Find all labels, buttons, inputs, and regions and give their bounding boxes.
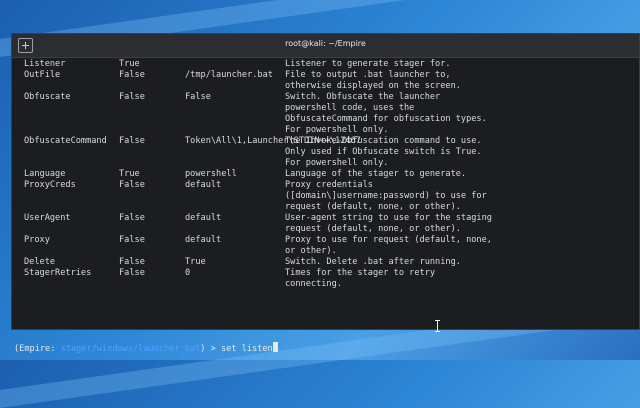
option-required: False xyxy=(119,235,145,245)
option-description: Listener to generate stager for. xyxy=(285,59,451,69)
option-required: False xyxy=(119,136,145,146)
option-required: False xyxy=(119,92,145,102)
option-name: StagerRetries xyxy=(24,268,92,278)
option-value: True xyxy=(185,257,206,267)
option-description: File to output .bat launcher to, xyxy=(285,70,451,80)
option-value: False xyxy=(185,92,211,102)
option-description: or other). xyxy=(285,246,337,256)
option-description: ObfuscateCommand for obfuscation types. xyxy=(285,114,487,124)
option-description: Only used if Obfuscate switch is True. xyxy=(285,147,482,157)
option-description: The Invoke-Obfuscation command to use. xyxy=(285,136,482,146)
option-description: request (default, none, or other). xyxy=(285,224,461,234)
window-title: root@kali: ~/Empire xyxy=(285,39,366,48)
option-description: otherwise displayed on the screen. xyxy=(285,81,461,91)
option-description: powershell code, uses the xyxy=(285,103,415,113)
option-description: Switch. Obfuscate the launcher xyxy=(285,92,441,102)
option-name: OutFile xyxy=(24,70,61,80)
option-description: Language of the stager to generate. xyxy=(285,169,467,179)
option-description: ([domain\]username:password) to use for xyxy=(285,191,487,201)
terminal-output[interactable]: (Empire: stager/windows/launcher_bat) > … xyxy=(12,58,639,354)
option-name: Delete xyxy=(24,257,56,267)
option-description: connecting. xyxy=(285,279,342,289)
option-description: Switch. Delete .bat after running. xyxy=(285,257,461,267)
option-description: Times for the stager to retry xyxy=(285,268,436,278)
option-required: False xyxy=(119,213,145,223)
option-name: Obfuscate xyxy=(24,92,71,102)
option-description: For powershell only. xyxy=(285,125,389,135)
prompt-prefix: (Empire: xyxy=(14,344,61,354)
option-required: True xyxy=(119,169,140,179)
option-description: Proxy credentials xyxy=(285,180,373,190)
command-input[interactable]: set listen xyxy=(221,344,273,354)
option-name: ObfuscateCommand xyxy=(24,136,107,146)
terminal-window: root@kali: ~/Empire (Empire: stager/wind… xyxy=(11,33,640,354)
option-name: ProxyCreds xyxy=(24,180,76,190)
option-value: powershell xyxy=(185,169,237,179)
option-required: False xyxy=(119,257,145,267)
option-description: For powershell only. xyxy=(285,158,389,168)
option-value: default xyxy=(185,235,222,245)
prompt-suffix: ) > xyxy=(200,344,221,354)
text-cursor xyxy=(272,342,278,352)
option-name: UserAgent xyxy=(24,213,71,223)
prompt-path: stager/windows/launcher_bat xyxy=(60,344,201,354)
option-required: True xyxy=(119,59,140,69)
option-description: Proxy to use for request (default, none, xyxy=(285,235,492,245)
option-value: 0 xyxy=(185,268,191,278)
option-required: False xyxy=(119,268,145,278)
option-value: default xyxy=(185,213,222,223)
option-name: Listener xyxy=(24,59,66,69)
option-required: False xyxy=(119,70,145,80)
mouse-ibeam-cursor xyxy=(435,320,440,332)
option-name: Proxy xyxy=(24,235,50,245)
option-description: request (default, none, or other). xyxy=(285,202,461,212)
option-name: Language xyxy=(24,169,66,179)
option-value: default xyxy=(185,180,222,190)
option-required: False xyxy=(119,180,145,190)
window-titlebar[interactable]: root@kali: ~/Empire xyxy=(12,34,639,58)
option-description: User-agent string to use for the staging xyxy=(285,213,492,223)
option-value: /tmp/launcher.bat xyxy=(185,70,273,80)
prompt-line[interactable]: (Empire: stager/windows/launcher_bat) > … xyxy=(14,342,278,354)
